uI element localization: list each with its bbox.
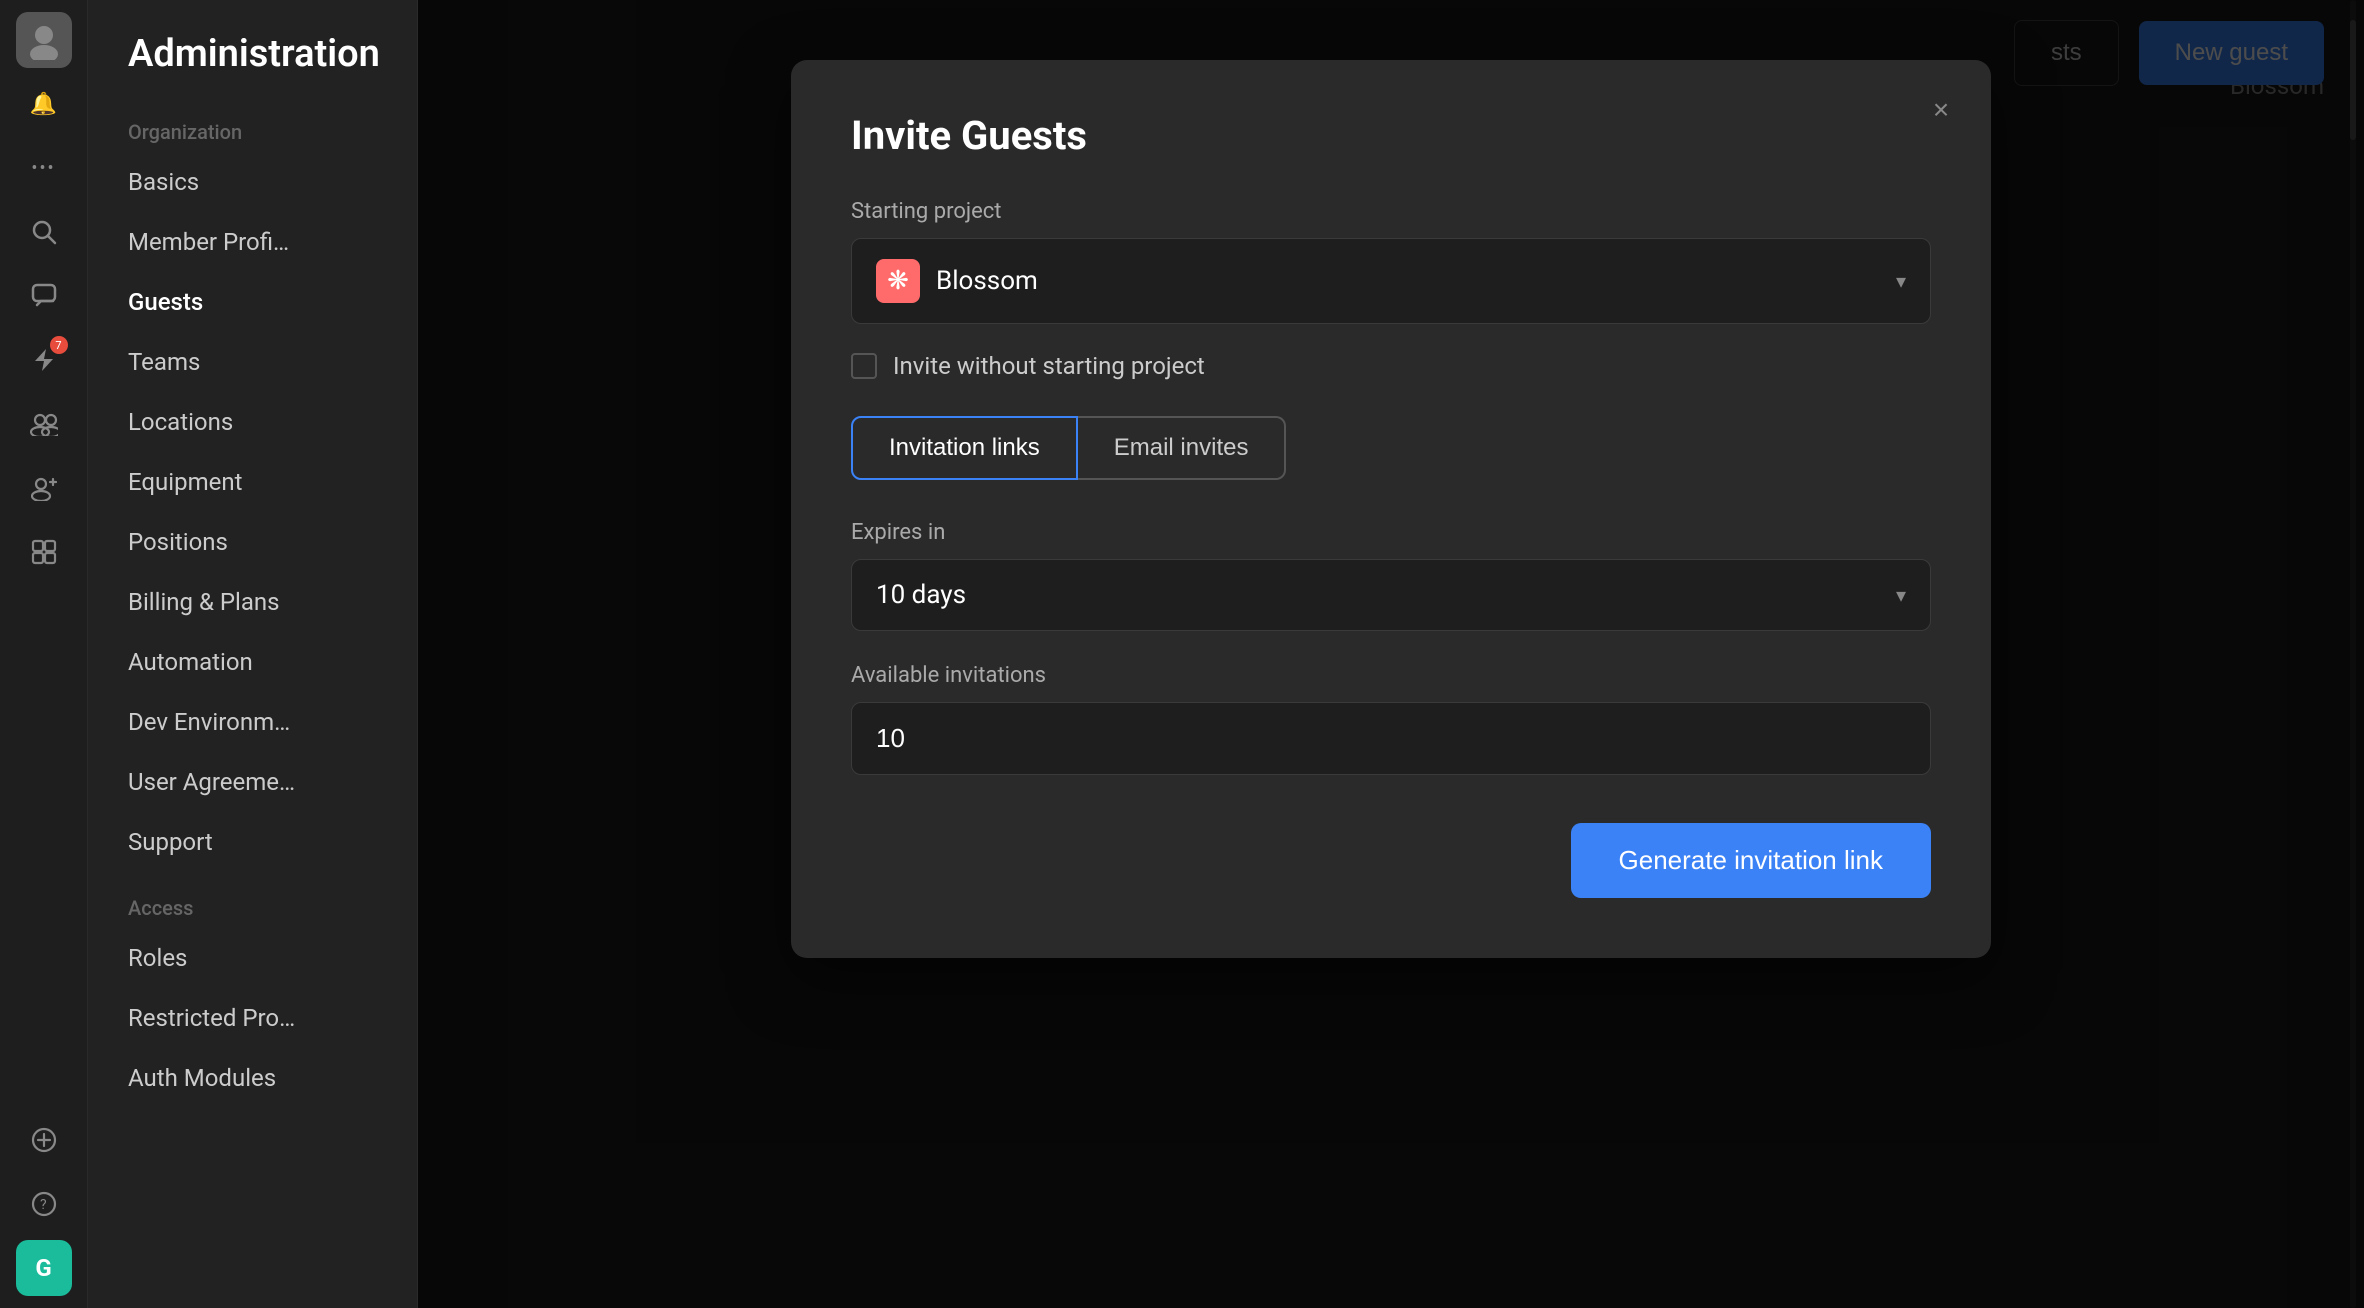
invite-without-checkbox[interactable] bbox=[851, 353, 877, 379]
nav-item-support[interactable]: Support bbox=[88, 812, 417, 872]
nav-item-billing[interactable]: Billing & Plans bbox=[88, 572, 417, 632]
nav-item-restricted[interactable]: Restricted Pro… bbox=[88, 988, 417, 1048]
nav-sidebar: Administration Organization Basics Membe… bbox=[88, 0, 418, 1308]
nav-item-auth-modules[interactable]: Auth Modules bbox=[88, 1048, 417, 1108]
expires-value: 10 days bbox=[876, 580, 1896, 610]
main-content: sts New guest Blossom × Invite Guests St… bbox=[418, 0, 2364, 1308]
available-input[interactable] bbox=[851, 702, 1931, 775]
icon-sidebar: 🔔 ••• 7 bbox=[0, 0, 88, 1308]
available-field-group: Available invitations bbox=[851, 663, 1931, 775]
search-icon[interactable] bbox=[16, 204, 72, 260]
people-icon[interactable] bbox=[16, 396, 72, 452]
nav-item-equipment[interactable]: Equipment bbox=[88, 452, 417, 512]
nav-item-positions[interactable]: Positions bbox=[88, 512, 417, 572]
nav-item-user-agreement[interactable]: User Agreeme… bbox=[88, 752, 417, 812]
nav-item-basics[interactable]: Basics bbox=[88, 152, 417, 212]
generate-invitation-link-button[interactable]: Generate invitation link bbox=[1571, 823, 1931, 898]
tab-invitation-links[interactable]: Invitation links bbox=[851, 416, 1078, 480]
nav-item-dev-env[interactable]: Dev Environm… bbox=[88, 692, 417, 752]
chat-icon[interactable] bbox=[16, 268, 72, 324]
expires-label: Expires in bbox=[851, 520, 1931, 545]
svg-text:?: ? bbox=[40, 1197, 47, 1213]
nav-item-roles[interactable]: Roles bbox=[88, 928, 417, 988]
notification-icon[interactable]: 🔔 bbox=[16, 76, 72, 132]
page-title: Administration bbox=[88, 0, 417, 96]
nav-item-automation[interactable]: Automation bbox=[88, 632, 417, 692]
puzzle-icon[interactable] bbox=[16, 524, 72, 580]
access-section-label: Access bbox=[88, 872, 417, 928]
modal-title: Invite Guests bbox=[851, 112, 1931, 159]
nav-item-guests[interactable]: Guests bbox=[88, 272, 417, 332]
project-dropdown[interactable]: ❋ Blossom ▾ bbox=[851, 238, 1931, 324]
guests-icon[interactable] bbox=[16, 460, 72, 516]
expires-field-group: Expires in 10 days ▾ bbox=[851, 520, 1931, 631]
project-name: Blossom bbox=[936, 266, 1880, 296]
nav-item-member-profile[interactable]: Member Profi… bbox=[88, 212, 417, 272]
modal-close-button[interactable]: × bbox=[1919, 88, 1963, 132]
org-section-label: Organization bbox=[88, 96, 417, 152]
more-icon[interactable]: ••• bbox=[16, 140, 72, 196]
tab-email-invites[interactable]: Email invites bbox=[1078, 416, 1287, 480]
invite-without-row: Invite without starting project bbox=[851, 352, 1931, 380]
starting-project-label: Starting project bbox=[851, 199, 1931, 224]
invite-guests-modal: × Invite Guests Starting project ❋ Bloss… bbox=[791, 60, 1991, 958]
lightning-badge: 7 bbox=[50, 336, 68, 354]
available-label: Available invitations bbox=[851, 663, 1931, 688]
expires-dropdown[interactable]: 10 days ▾ bbox=[851, 559, 1931, 631]
modal-overlay: × Invite Guests Starting project ❋ Bloss… bbox=[418, 0, 2364, 1308]
expires-chevron: ▾ bbox=[1896, 583, 1906, 607]
add-icon[interactable] bbox=[16, 1112, 72, 1168]
project-icon: ❋ bbox=[876, 259, 920, 303]
modal-footer: Generate invitation link bbox=[851, 823, 1931, 898]
tab-group: Invitation links Email invites bbox=[851, 416, 1931, 480]
project-dropdown-chevron: ▾ bbox=[1896, 269, 1906, 293]
invite-without-label: Invite without starting project bbox=[893, 352, 1205, 380]
nav-item-locations[interactable]: Locations bbox=[88, 392, 417, 452]
lightning-icon[interactable]: 7 bbox=[16, 332, 72, 388]
help-icon[interactable]: ? bbox=[16, 1176, 72, 1232]
nav-item-teams[interactable]: Teams bbox=[88, 332, 417, 392]
g-button[interactable]: G bbox=[16, 1240, 72, 1296]
avatar[interactable] bbox=[16, 12, 72, 68]
